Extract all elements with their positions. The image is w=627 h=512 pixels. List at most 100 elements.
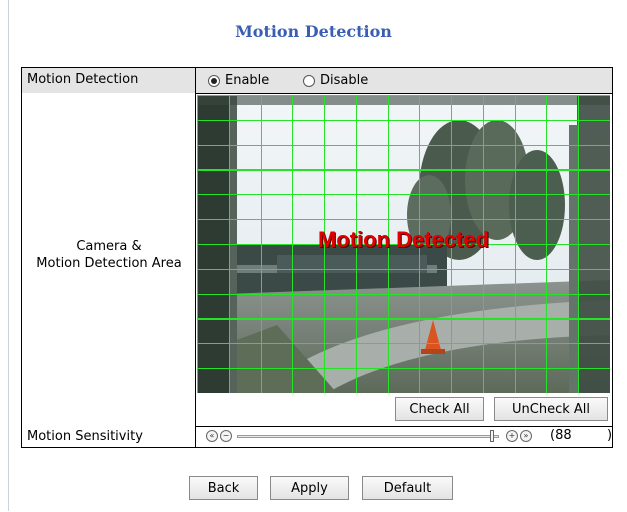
grid-cell[interactable] [451, 95, 484, 121]
grid-cell[interactable] [578, 95, 610, 121]
grid-cell[interactable] [197, 368, 230, 393]
grid-cell[interactable] [355, 268, 389, 295]
grid-cell[interactable] [546, 169, 580, 196]
grid-cell[interactable] [324, 119, 357, 146]
grid-cell[interactable] [260, 194, 294, 221]
grid-cell[interactable] [197, 293, 230, 320]
grid-cell[interactable] [355, 343, 389, 370]
grid-cell[interactable] [197, 95, 230, 121]
grid-cell[interactable] [451, 194, 484, 221]
slider-track[interactable] [237, 435, 499, 438]
grid-cell[interactable] [514, 368, 548, 393]
grid-cell[interactable] [514, 169, 548, 196]
grid-cell[interactable] [419, 144, 453, 171]
grid-cell[interactable] [260, 293, 294, 320]
grid-cell[interactable] [292, 268, 326, 295]
grid-cell[interactable] [324, 194, 357, 221]
grid-cell[interactable] [387, 368, 421, 393]
grid-cell[interactable] [419, 119, 453, 146]
grid-cell[interactable] [482, 268, 516, 295]
grid-cell[interactable] [578, 144, 610, 171]
grid-cell[interactable] [419, 268, 453, 295]
grid-cell[interactable] [355, 318, 389, 345]
grid-cell[interactable] [324, 95, 357, 121]
grid-cell[interactable] [451, 169, 484, 196]
grid-cell[interactable] [451, 293, 484, 320]
grid-cell[interactable] [292, 368, 326, 393]
grid-cell[interactable] [546, 95, 580, 121]
grid-cell[interactable] [260, 144, 294, 171]
grid-cell[interactable] [292, 194, 326, 221]
grid-cell[interactable] [578, 293, 610, 320]
grid-cell[interactable] [546, 368, 580, 393]
grid-cell[interactable] [324, 293, 357, 320]
grid-cell[interactable] [260, 169, 294, 196]
grid-cell[interactable] [514, 144, 548, 171]
grid-cell[interactable] [197, 268, 230, 295]
grid-cell[interactable] [578, 169, 610, 196]
apply-button[interactable]: Apply [270, 476, 349, 500]
default-button[interactable]: Default [362, 476, 453, 500]
slider-thumb[interactable] [489, 430, 494, 442]
grid-cell[interactable] [578, 368, 610, 393]
grid-cell[interactable] [578, 268, 610, 295]
grid-cell[interactable] [482, 95, 516, 121]
grid-cell[interactable] [578, 194, 610, 221]
grid-cell[interactable] [514, 119, 548, 146]
grid-cell[interactable] [451, 119, 484, 146]
grid-cell[interactable] [292, 119, 326, 146]
grid-cell[interactable] [260, 119, 294, 146]
grid-cell[interactable] [514, 318, 548, 345]
grid-cell[interactable] [197, 194, 230, 221]
grid-cell[interactable] [419, 95, 453, 121]
grid-cell[interactable] [355, 368, 389, 393]
grid-cell[interactable] [228, 318, 262, 345]
grid-cell[interactable] [292, 343, 326, 370]
grid-cell[interactable] [387, 144, 421, 171]
grid-cell[interactable] [228, 268, 262, 295]
grid-cell[interactable] [419, 318, 453, 345]
grid-cell[interactable] [292, 318, 326, 345]
grid-cell[interactable] [324, 144, 357, 171]
grid-cell[interactable] [228, 343, 262, 370]
grid-cell[interactable] [228, 368, 262, 393]
grid-cell[interactable] [228, 95, 262, 121]
grid-cell[interactable] [228, 194, 262, 221]
grid-cell[interactable] [546, 318, 580, 345]
grid-cell[interactable] [451, 368, 484, 393]
grid-cell[interactable] [355, 95, 389, 121]
grid-cell[interactable] [387, 318, 421, 345]
grid-cell[interactable] [260, 343, 294, 370]
grid-cell[interactable] [197, 343, 230, 370]
grid-cell[interactable] [419, 169, 453, 196]
grid-cell[interactable] [260, 268, 294, 295]
grid-cell[interactable] [546, 343, 580, 370]
disable-radio[interactable] [303, 74, 315, 87]
grid-cell[interactable] [228, 293, 262, 320]
grid-cell[interactable] [514, 343, 548, 370]
grid-cell[interactable] [197, 169, 230, 196]
uncheck-all-button[interactable]: UnCheck All [494, 397, 608, 421]
grid-cell[interactable] [228, 169, 262, 196]
enable-radio-option[interactable]: Enable [208, 73, 269, 88]
grid-cell[interactable] [482, 144, 516, 171]
grid-cell[interactable] [387, 268, 421, 295]
grid-cell[interactable] [324, 268, 357, 295]
grid-cell[interactable] [387, 293, 421, 320]
grid-cell[interactable] [419, 293, 453, 320]
grid-cell[interactable] [292, 95, 326, 121]
grid-cell[interactable] [451, 144, 484, 171]
grid-cell[interactable] [324, 318, 357, 345]
grid-cell[interactable] [387, 169, 421, 196]
grid-cell[interactable] [228, 144, 262, 171]
grid-cell[interactable] [355, 144, 389, 171]
grid-cell[interactable] [228, 119, 262, 146]
grid-cell[interactable] [514, 194, 548, 221]
grid-cell[interactable] [546, 119, 580, 146]
increase-fast-icon[interactable]: » [520, 430, 532, 442]
grid-cell[interactable] [546, 194, 580, 221]
grid-cell[interactable] [419, 343, 453, 370]
grid-cell[interactable] [482, 318, 516, 345]
grid-cell[interactable] [419, 194, 453, 221]
grid-cell[interactable] [324, 368, 357, 393]
